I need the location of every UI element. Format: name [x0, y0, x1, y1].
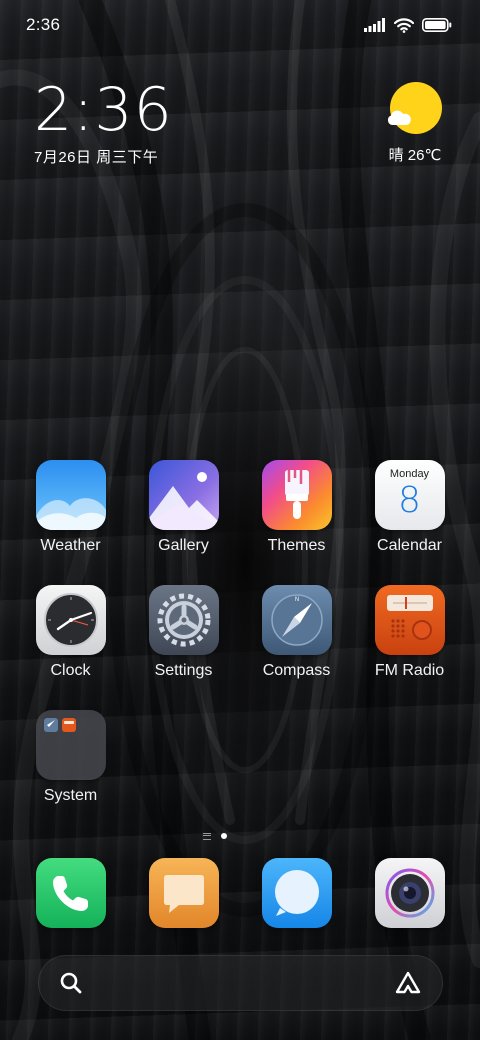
clock-widget[interactable]: 2:36 7月26日 周三下午 — [34, 78, 173, 167]
svg-text:N: N — [294, 596, 299, 603]
calendar-icon: Monday 8 — [374, 460, 445, 530]
gallery-icon — [148, 460, 219, 530]
app-clock[interactable]: Clock — [14, 585, 127, 680]
page-dot-current — [221, 833, 227, 839]
app-label: System — [43, 787, 98, 804]
app-compass[interactable]: N Compass — [240, 585, 353, 680]
dock-camera[interactable] — [375, 858, 445, 928]
clock-icon — [35, 585, 106, 655]
themes-icon — [261, 460, 332, 530]
app-label: Compass — [262, 662, 331, 679]
settings-icon — [148, 585, 219, 655]
messages-icon — [149, 858, 219, 928]
dock-phone[interactable] — [36, 858, 106, 928]
compass-icon: N — [261, 585, 332, 655]
weather-text: 晴 26℃ — [388, 147, 442, 164]
signal-icon — [364, 18, 386, 32]
app-calendar[interactable]: Monday 8 Calendar — [353, 460, 466, 555]
app-label: Gallery — [158, 537, 209, 554]
wifi-icon — [394, 17, 414, 33]
search-icon[interactable] — [59, 971, 83, 995]
app-folder-system[interactable]: System — [14, 710, 127, 805]
app-vault-icon[interactable] — [394, 970, 422, 996]
calendar-day-number: 8 — [398, 480, 421, 521]
app-settings[interactable]: Settings — [127, 585, 240, 680]
app-label: Themes — [267, 537, 326, 554]
app-gallery[interactable]: Gallery — [127, 460, 240, 555]
clock-widget-time: 2:36 — [34, 75, 173, 145]
status-time: 2:36 — [26, 15, 61, 34]
search-bar[interactable] — [38, 955, 443, 1011]
app-fm-radio[interactable]: FM Radio — [353, 585, 466, 680]
weather-widget[interactable]: 晴 26℃ — [380, 82, 450, 165]
radio-icon — [374, 585, 445, 655]
browser-icon — [262, 858, 332, 928]
app-label: FM Radio — [374, 662, 445, 679]
app-label: Settings — [154, 662, 213, 679]
dock-messages[interactable] — [149, 858, 219, 928]
calendar-day-name: Monday — [389, 468, 430, 480]
clock-widget-date: 7月26日 周三下午 — [34, 149, 159, 166]
page-list-icon — [203, 832, 211, 840]
folder-icon — [35, 710, 106, 780]
weather-icon — [35, 460, 106, 530]
status-bar: 2:36 — [0, 0, 480, 50]
app-themes[interactable]: Themes — [240, 460, 353, 555]
app-weather[interactable]: Weather — [14, 460, 127, 555]
app-label: Clock — [50, 662, 91, 679]
phone-icon — [36, 858, 106, 928]
page-indicator[interactable] — [198, 831, 232, 841]
app-label: Calendar — [377, 537, 442, 554]
dock-browser[interactable] — [262, 858, 332, 928]
sun-cloud-icon — [387, 82, 442, 136]
battery-icon — [422, 18, 452, 32]
app-label: Weather — [40, 537, 101, 554]
status-icons — [364, 17, 452, 33]
camera-icon — [375, 858, 445, 928]
